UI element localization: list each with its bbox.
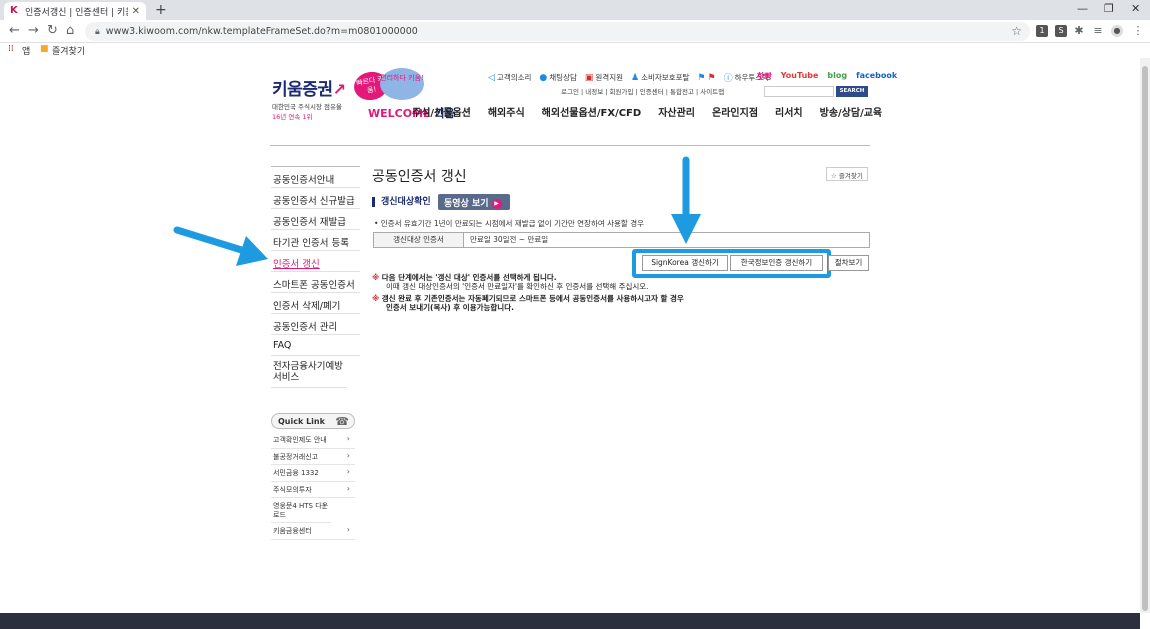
- arrow-to-renew-buttons-icon: [671, 156, 701, 244]
- annotation-arrows: [173, 156, 701, 266]
- arrow-to-renew-menu-icon: [173, 226, 268, 266]
